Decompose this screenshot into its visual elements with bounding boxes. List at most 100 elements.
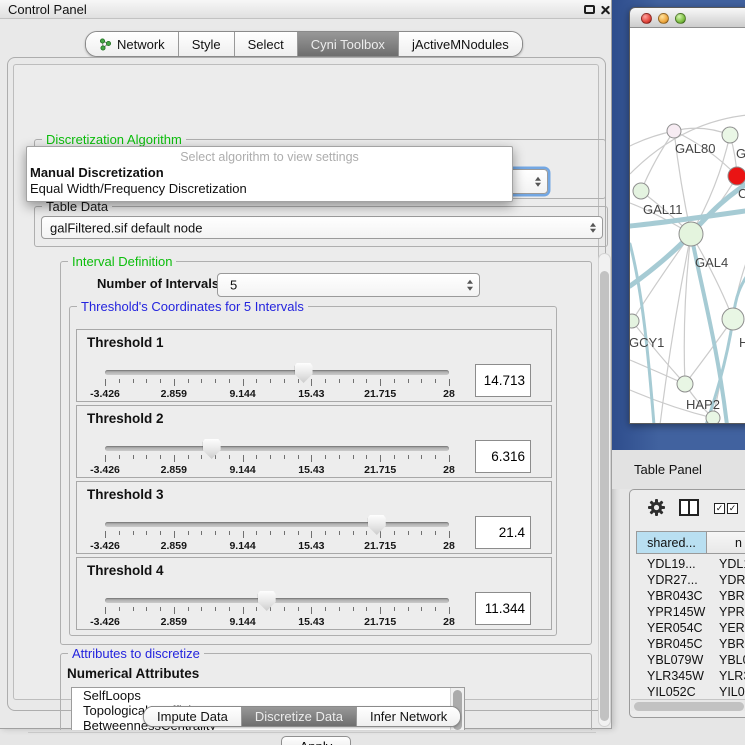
slider-tick-label: 21.715 bbox=[350, 540, 410, 552]
close-traffic-light[interactable] bbox=[641, 13, 652, 24]
slider-tick bbox=[174, 379, 175, 386]
network-node[interactable] bbox=[728, 167, 745, 185]
column-header-n[interactable]: n bbox=[707, 531, 745, 554]
float-window-icon[interactable] bbox=[584, 5, 595, 14]
threshold-value-input[interactable] bbox=[475, 516, 531, 549]
slider-tick-label: 28 bbox=[419, 464, 479, 476]
scrollbar-thumb[interactable] bbox=[600, 271, 609, 721]
tab-label: Impute Data bbox=[157, 709, 228, 724]
tab-network[interactable]: Network bbox=[86, 32, 179, 56]
tab-discretize-data[interactable]: Discretize Data bbox=[242, 707, 357, 726]
table-data-combobox[interactable]: galFiltered.sif default node bbox=[41, 216, 603, 239]
slider-tick bbox=[408, 455, 409, 459]
tab-select[interactable]: Select bbox=[235, 32, 298, 56]
slider-tick-label: 28 bbox=[419, 540, 479, 552]
table-row[interactable]: YBR045CYBR0 bbox=[636, 637, 745, 653]
node-label: C bbox=[738, 186, 745, 201]
slider-track[interactable] bbox=[105, 522, 449, 527]
network-node[interactable] bbox=[630, 314, 639, 328]
slider-tick bbox=[215, 379, 216, 383]
gear-icon[interactable] bbox=[647, 498, 666, 517]
slider-tick bbox=[394, 379, 395, 383]
network-node[interactable] bbox=[677, 376, 693, 392]
table-row[interactable]: YBL079WYBL0 bbox=[636, 653, 745, 669]
tab-label: Network bbox=[117, 37, 165, 52]
slider-tick bbox=[339, 531, 340, 535]
slider-tick bbox=[243, 531, 244, 538]
algorithm-option[interactable]: Equal Width/Frequency Discretization bbox=[27, 181, 512, 197]
table-row[interactable]: YPR145WYPR1 bbox=[636, 605, 745, 621]
panel-scrollbar[interactable] bbox=[598, 253, 611, 727]
column-header-shared-[interactable]: shared... bbox=[636, 531, 707, 554]
slider-thumb[interactable] bbox=[258, 591, 276, 611]
slider-tick bbox=[380, 531, 381, 538]
cell-name: YLR3 bbox=[719, 669, 745, 683]
slider-tick bbox=[284, 455, 285, 459]
apply-button[interactable]: Apply bbox=[281, 736, 351, 745]
slider-tick bbox=[119, 455, 120, 459]
node-label: GCY1 bbox=[630, 335, 664, 350]
zoom-traffic-light[interactable] bbox=[675, 13, 686, 24]
slider-tick bbox=[243, 455, 244, 462]
slider-tick-label: 9.144 bbox=[213, 464, 273, 476]
minimize-traffic-light[interactable] bbox=[658, 13, 669, 24]
threshold-value-input[interactable] bbox=[475, 364, 531, 397]
cell-name: YIL0 bbox=[719, 685, 745, 698]
slider-tick-label: 21.715 bbox=[350, 616, 410, 628]
tab-jactivemnodules[interactable]: jActiveMNodules bbox=[399, 32, 522, 56]
slider-thumb[interactable] bbox=[368, 515, 386, 535]
network-node[interactable] bbox=[679, 222, 703, 246]
slider-tick bbox=[311, 607, 312, 614]
tab-style[interactable]: Style bbox=[179, 32, 235, 56]
slider-thumb[interactable] bbox=[203, 439, 221, 459]
slider-track[interactable] bbox=[105, 370, 449, 375]
network-canvas[interactable]: GAL80GACGAL11GAL4GCY1HHAP2 bbox=[630, 28, 745, 424]
network-edge bbox=[630, 360, 685, 384]
slider-tick-label: 9.144 bbox=[213, 388, 273, 400]
attribute-list-item[interactable]: SelfLoops bbox=[72, 688, 464, 703]
table-row[interactable]: YLR345WYLR3 bbox=[636, 669, 745, 685]
table-row[interactable]: YIL052CYIL0 bbox=[636, 685, 745, 698]
scrollbar-thumb[interactable] bbox=[634, 702, 744, 711]
network-node[interactable] bbox=[722, 127, 738, 143]
table-row[interactable]: YDR27...YDR2 bbox=[636, 573, 745, 589]
table-row[interactable]: YBR043CYBR0 bbox=[636, 589, 745, 605]
tab-label: jActiveMNodules bbox=[412, 37, 509, 52]
slider-tick bbox=[298, 531, 299, 535]
slider-track[interactable] bbox=[105, 598, 449, 603]
threshold-coordinates-group: Threshold's Coordinates for 5 Intervals … bbox=[69, 306, 557, 636]
tab-infer-network[interactable]: Infer Network bbox=[357, 707, 460, 726]
table-row[interactable]: YER054CYER0 bbox=[636, 621, 745, 637]
slider-tick bbox=[201, 607, 202, 611]
checkbox-checked-icon[interactable]: ✓ bbox=[714, 503, 725, 514]
cell-shared-name: YER054C bbox=[647, 621, 703, 635]
checkbox-checked-icon[interactable]: ✓ bbox=[727, 503, 738, 514]
group-title: Interval Definition bbox=[68, 254, 176, 269]
tab-impute-data[interactable]: Impute Data bbox=[144, 707, 242, 726]
slider-tick bbox=[421, 607, 422, 611]
threshold-value-input[interactable] bbox=[475, 592, 531, 625]
network-node[interactable] bbox=[722, 308, 744, 330]
tab-label: Discretize Data bbox=[255, 709, 343, 724]
slider-tick bbox=[133, 455, 134, 459]
table-row[interactable]: YDL19...YDL1 bbox=[636, 557, 745, 573]
algorithm-option[interactable]: Manual Discretization bbox=[27, 165, 512, 181]
slider-tick bbox=[449, 455, 450, 462]
split-columns-icon[interactable] bbox=[679, 499, 699, 516]
number-of-intervals-combobox[interactable]: 5 bbox=[217, 273, 480, 297]
slider-tick bbox=[105, 379, 106, 386]
slider-tick-label: 21.715 bbox=[350, 388, 410, 400]
tab-label: Cyni Toolbox bbox=[311, 37, 385, 52]
slider-tick bbox=[146, 607, 147, 611]
network-node[interactable] bbox=[706, 411, 720, 424]
close-icon[interactable] bbox=[600, 4, 611, 15]
slider-tick bbox=[119, 607, 120, 611]
network-window-titlebar bbox=[630, 8, 745, 28]
threshold-value-input[interactable] bbox=[475, 440, 531, 473]
slider-tick bbox=[298, 379, 299, 383]
network-node[interactable] bbox=[667, 124, 681, 138]
tab-cyni-toolbox[interactable]: Cyni Toolbox bbox=[298, 32, 399, 56]
slider-track[interactable] bbox=[105, 446, 449, 451]
table-horizontal-scrollbar[interactable] bbox=[631, 699, 745, 711]
network-node[interactable] bbox=[633, 183, 649, 199]
